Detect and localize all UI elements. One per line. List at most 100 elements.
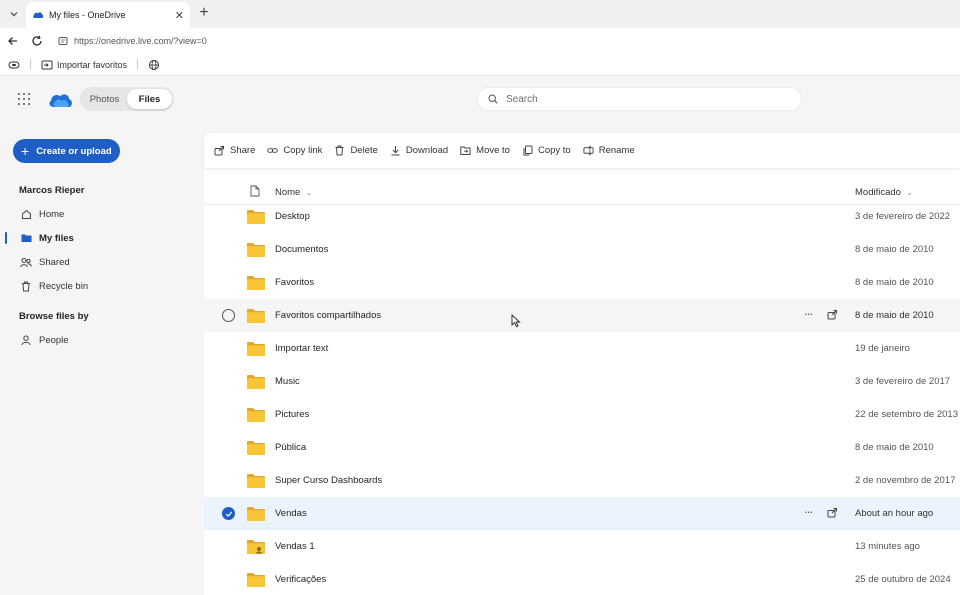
sidebar-item-people[interactable]: People <box>0 330 200 350</box>
sidebar-item-recycle-bin[interactable]: Recycle bin <box>0 276 200 296</box>
file-name[interactable]: Vendas <box>275 508 307 519</box>
share-button[interactable]: Share <box>214 145 255 156</box>
browser-tab[interactable]: My files - OneDrive ✕ <box>26 2 190 28</box>
close-tab-icon[interactable]: ✕ <box>175 9 184 22</box>
file-modified-date: 2 de novembro de 2017 <box>855 475 956 486</box>
sidebar-item-label: Shared <box>39 256 70 268</box>
sidebar-item-label: Recycle bin <box>39 280 89 292</box>
file-name[interactable]: Documentos <box>275 244 328 255</box>
bookmarks-bar: Importar favoritos <box>0 54 960 76</box>
file-name[interactable]: Super Curso Dashboards <box>275 475 382 486</box>
collections-icon[interactable] <box>8 60 20 70</box>
more-options-icon[interactable]: ••• <box>805 510 813 516</box>
bookmark-import-favorites[interactable]: Importar favoritos <box>41 60 127 70</box>
table-row[interactable]: Documentos 8 de maio de 2010 <box>204 233 960 266</box>
file-name[interactable]: Pública <box>275 442 306 453</box>
file-modified-date: 8 de maio de 2010 <box>855 277 934 288</box>
browser-tab-bar: My files - OneDrive ✕ + <box>0 0 960 28</box>
folder-icon <box>247 441 265 455</box>
file-name[interactable]: Pictures <box>275 409 309 420</box>
column-name-header[interactable]: Nome ⌄ <box>275 187 312 198</box>
share-icon[interactable] <box>827 309 838 320</box>
move-to-label: Move to <box>476 145 510 156</box>
copy-to-button[interactable]: Copy to <box>522 145 571 156</box>
site-info-icon[interactable] <box>58 36 68 46</box>
plus-icon: + <box>21 143 30 159</box>
globe-icon[interactable] <box>148 59 160 71</box>
file-name[interactable]: Importar text <box>275 343 328 354</box>
table-row[interactable]: Super Curso Dashboards 2 de novembro de 2… <box>204 464 960 497</box>
tab-files[interactable]: Files <box>127 89 172 109</box>
rename-button[interactable]: Rename <box>583 145 635 156</box>
bookmark-label: Importar favoritos <box>57 59 128 70</box>
app-launcher-icon[interactable] <box>18 93 30 105</box>
move-to-button[interactable]: Move to <box>460 145 510 156</box>
app-header: Photos Files Search <box>0 77 960 121</box>
table-row[interactable]: Pública 8 de maio de 2010 <box>204 431 960 464</box>
sidebar-item-shared[interactable]: Shared <box>0 252 200 272</box>
row-select-checkbox[interactable] <box>222 309 235 322</box>
view-switcher: Photos Files <box>80 87 174 111</box>
more-options-icon[interactable]: ••• <box>805 312 813 318</box>
search-input[interactable]: Search <box>478 88 801 110</box>
table-row[interactable]: Music 3 de fevereiro de 2017 <box>204 365 960 398</box>
share-icon[interactable] <box>827 507 838 518</box>
file-name[interactable]: Verificações <box>275 574 326 585</box>
sidebar-item-label: Home <box>39 208 65 220</box>
row-selected-checkbox[interactable] <box>222 507 235 520</box>
file-modified-date: 8 de maio de 2010 <box>855 244 934 255</box>
file-modified-date: 3 de fevereiro de 2022 <box>855 211 951 222</box>
table-row[interactable]: Pictures 22 de setembro de 2013 <box>204 398 960 431</box>
folder-icon <box>20 232 32 244</box>
file-name[interactable]: Vendas 1 <box>275 541 315 552</box>
back-button[interactable] <box>4 32 22 50</box>
search-placeholder: Search <box>506 93 538 105</box>
file-name[interactable]: Music <box>275 376 300 387</box>
sort-chevron-icon: ⌄ <box>906 190 913 197</box>
table-row[interactable]: Importar text 19 de janeiro <box>204 332 960 365</box>
table-row[interactable]: Vendas ••• About an hour ago <box>204 497 960 530</box>
rename-label: Rename <box>598 145 635 156</box>
onedrive-logo-icon[interactable] <box>47 91 73 109</box>
column-modified-label: Modificado <box>855 187 901 198</box>
file-type-icon <box>250 185 260 197</box>
sidebar-item-my-files[interactable]: My files <box>0 228 200 248</box>
table-row[interactable]: Favoritos 8 de maio de 2010 <box>204 266 960 299</box>
file-modified-date: 8 de maio de 2010 <box>855 442 934 453</box>
file-modified-date: 22 de setembro de 2013 <box>855 409 958 420</box>
folder-icon <box>247 573 265 587</box>
folder-icon <box>247 342 265 356</box>
folder-import-icon <box>41 60 53 69</box>
file-name[interactable]: Desktop <box>275 211 310 222</box>
file-name[interactable]: Favoritos compartilhados <box>275 310 381 321</box>
download-label: Download <box>405 145 449 156</box>
new-tab-button[interactable]: + <box>194 3 214 23</box>
table-row[interactable]: Verificações 25 de outubro de 2024 <box>204 563 960 595</box>
url-field[interactable]: https://onedrive.live.com/?view=0 <box>52 31 960 51</box>
table-row[interactable]: Favoritos compartilhados ••• 8 de maio de … <box>204 299 960 332</box>
sort-chevron-icon: ⌄ <box>305 190 312 197</box>
copy-link-button[interactable]: Copy link <box>267 145 322 156</box>
file-name[interactable]: Favoritos <box>275 277 314 288</box>
sidebar-item-home[interactable]: Home <box>0 204 200 224</box>
tab-photos[interactable]: Photos <box>82 89 127 109</box>
delete-button[interactable]: Delete <box>334 145 378 156</box>
create-or-upload-button[interactable]: + Create or upload <box>13 139 120 163</box>
file-modified-date: 13 minutes ago <box>855 541 920 552</box>
table-row[interactable]: Vendas 1 13 minutes ago <box>204 530 960 563</box>
reload-icon <box>32 35 42 46</box>
download-button[interactable]: Download <box>390 145 448 156</box>
tab-title: My files - OneDrive <box>49 10 126 20</box>
shared-folder-icon <box>247 540 265 554</box>
copy-to-label: Copy to <box>537 145 571 156</box>
back-arrow-icon <box>8 37 17 45</box>
table-row[interactable]: Desktop 3 de fevereiro de 2022 <box>204 200 960 233</box>
tab-list-button[interactable] <box>4 4 24 24</box>
sidebar-item-label: My files <box>39 232 74 244</box>
reload-button[interactable] <box>28 32 46 50</box>
folder-icon <box>247 375 265 389</box>
share-icon <box>214 146 224 156</box>
column-modified-header[interactable]: Modificado ⌄ <box>855 187 912 198</box>
sidebar-item-label: People <box>39 334 69 346</box>
folder-icon <box>247 474 265 488</box>
